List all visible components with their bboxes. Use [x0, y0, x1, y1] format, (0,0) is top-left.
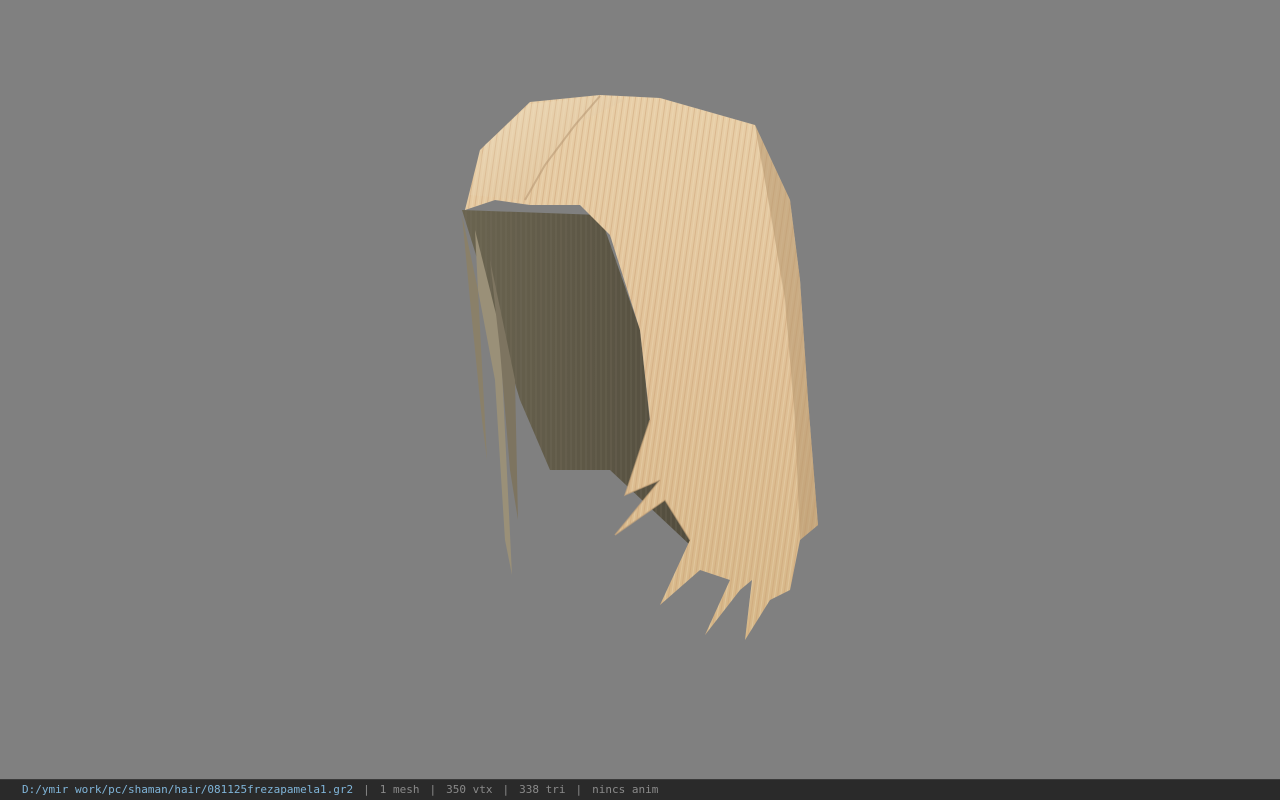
hair-model-render [462, 95, 818, 640]
separator: | [429, 783, 437, 796]
separator: | [502, 783, 510, 796]
triangle-count-label: 338 tri [519, 783, 566, 796]
vertex-count-label: 350 vtx [446, 783, 493, 796]
separator: | [575, 783, 583, 796]
file-path-label: D:/ymir work/pc/shaman/hair/081125frezap… [22, 783, 354, 796]
status-bar: D:/ymir work/pc/shaman/hair/081125frezap… [0, 779, 1280, 800]
separator: | [363, 783, 370, 796]
animation-info-label: nincs anim [592, 783, 659, 796]
3d-viewport[interactable] [0, 0, 1280, 779]
mesh-count-label: 1 mesh [379, 783, 420, 796]
